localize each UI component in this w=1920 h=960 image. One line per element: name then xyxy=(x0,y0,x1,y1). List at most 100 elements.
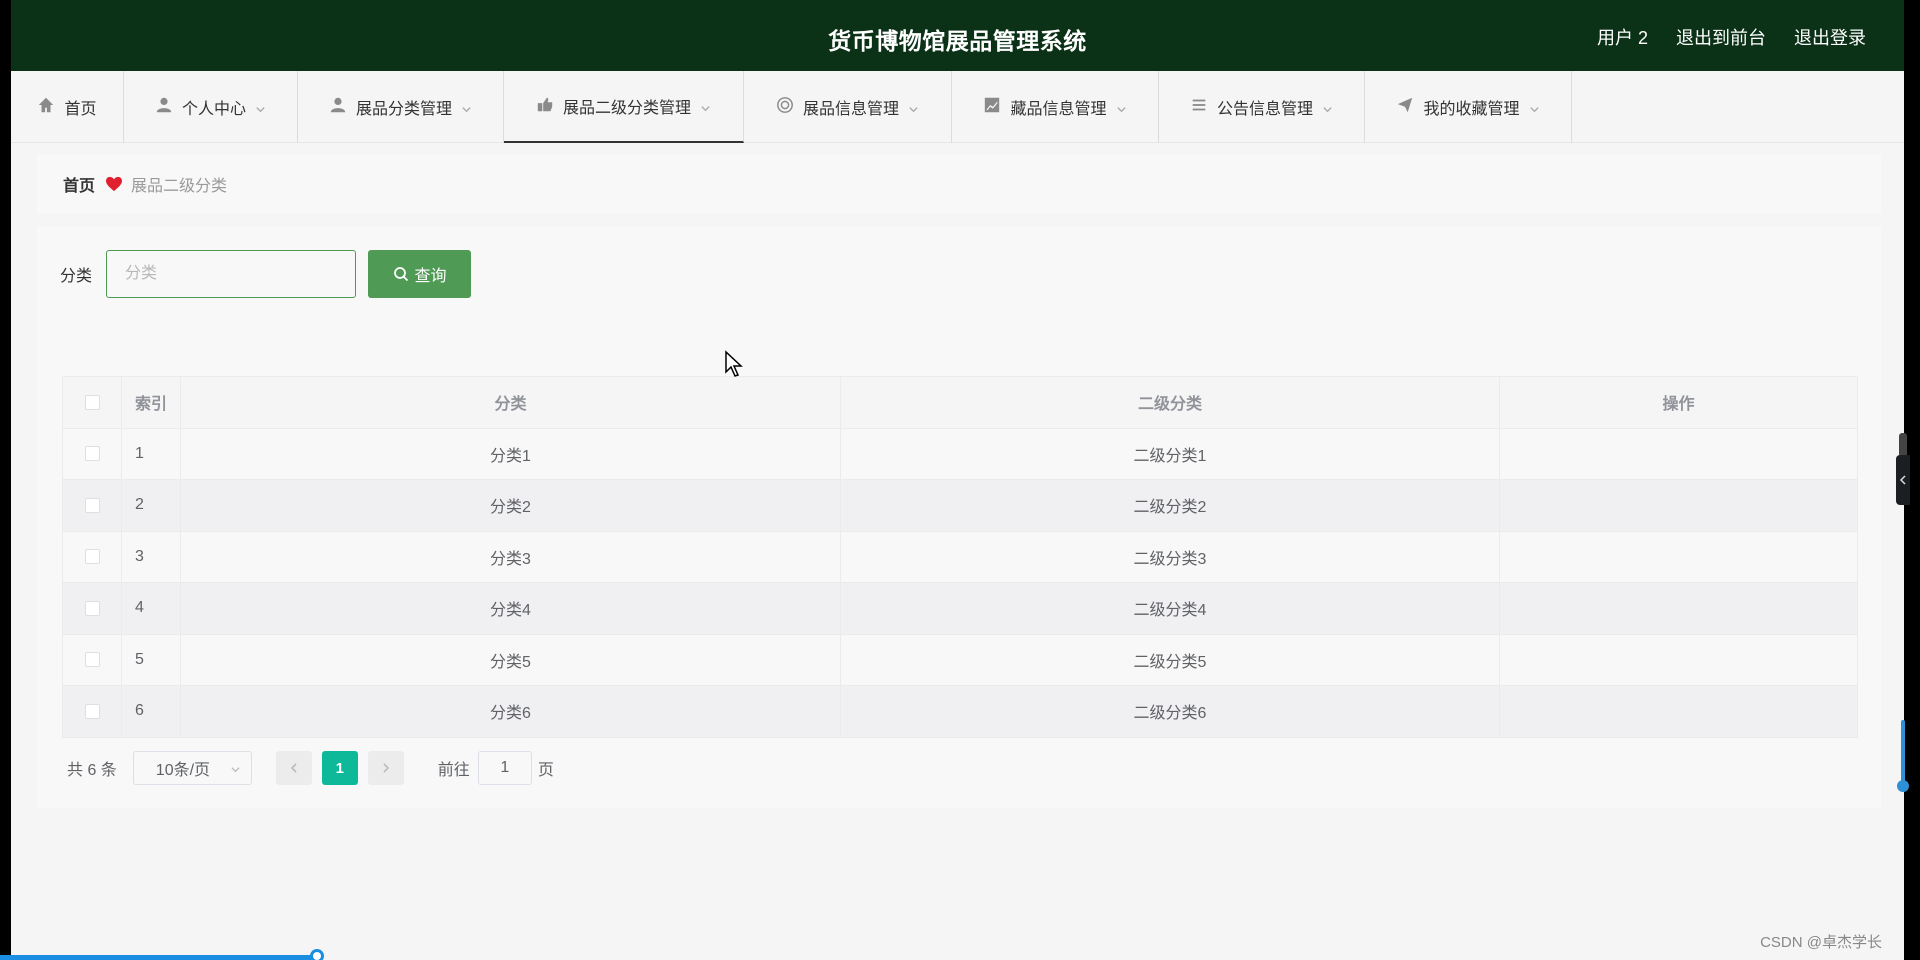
row-select-cell xyxy=(62,530,122,583)
side-panel-toggle[interactable] xyxy=(1896,455,1910,505)
row-checkbox[interactable] xyxy=(84,549,100,565)
row-index: 2 xyxy=(121,479,181,532)
chevron-down-icon xyxy=(1529,102,1540,113)
nav-label: 首页 xyxy=(64,101,97,118)
row-checkbox[interactable] xyxy=(84,446,100,462)
breadcrumb: 首页 展品二级分类 xyxy=(37,154,1881,214)
row-subcategory: 二级分类1 xyxy=(840,427,1500,480)
video-progress-handle[interactable] xyxy=(310,949,324,960)
row-select-cell xyxy=(62,633,122,686)
row-actions xyxy=(1499,685,1858,738)
search-label: 分类 xyxy=(60,268,93,285)
row-subcategory: 二级分类6 xyxy=(840,685,1500,738)
row-index: 1 xyxy=(121,427,181,480)
nav-label: 公告信息管理 xyxy=(1216,101,1313,118)
row-select-cell xyxy=(62,582,122,635)
query-button[interactable]: 查询 xyxy=(368,250,472,298)
nav-item-notice-info[interactable]: 公告信息管理 xyxy=(1159,71,1365,143)
nav-item-personal-center[interactable]: 个人中心 xyxy=(124,71,298,143)
search-icon xyxy=(393,267,408,282)
nav-item-collection-info[interactable]: 藏品信息管理 xyxy=(952,71,1159,143)
table-row: 4 分类4 二级分类4 xyxy=(62,582,1858,635)
row-checkbox[interactable] xyxy=(84,497,100,513)
row-checkbox[interactable] xyxy=(84,703,100,719)
query-button-label: 查询 xyxy=(414,268,447,285)
page-number-active[interactable]: 1 xyxy=(321,751,358,785)
row-subcategory: 二级分类3 xyxy=(840,530,1500,583)
nav-item-exhibit-info[interactable]: 展品信息管理 xyxy=(744,71,952,143)
row-index: 3 xyxy=(121,530,181,583)
row-actions xyxy=(1499,530,1858,583)
send-icon xyxy=(1396,96,1414,119)
chevron-down-icon xyxy=(255,102,266,113)
row-category: 分类3 xyxy=(180,530,841,583)
row-category: 分类6 xyxy=(180,685,841,738)
main-nav: 首页 个人中心 展品分类管理 展品二级分类管理 展品信息管理 藏品信息管理 公告… xyxy=(11,71,1904,143)
nav-label: 展品信息管理 xyxy=(802,101,899,118)
nav-label: 我的收藏管理 xyxy=(1423,101,1520,118)
nav-item-my-favorites[interactable]: 我的收藏管理 xyxy=(1365,71,1572,143)
select-all-checkbox[interactable] xyxy=(84,394,100,410)
header-actions: 用户 2 退出到前台 退出登录 xyxy=(1597,24,1866,50)
header-subcategory: 二级分类 xyxy=(840,376,1500,429)
logout-link[interactable]: 退出登录 xyxy=(1794,24,1866,50)
table-row: 3 分类3 二级分类3 xyxy=(62,530,1858,583)
chevron-down-icon xyxy=(461,102,472,113)
mouse-cursor-icon xyxy=(725,350,743,377)
video-progress-bar[interactable] xyxy=(0,955,318,960)
row-select-cell xyxy=(62,479,122,532)
top-header: 货币博物馆展品管理系统 用户 2 退出到前台 退出登录 xyxy=(11,0,1904,71)
chevron-left-icon xyxy=(1899,475,1906,485)
to-front-link[interactable]: 退出到前台 xyxy=(1676,24,1766,50)
app-window: 货币博物馆展品管理系统 用户 2 退出到前台 退出登录 首页 个人中心 展品分类… xyxy=(11,0,1904,960)
category-search-input[interactable] xyxy=(106,250,357,298)
table-row: 5 分类5 二级分类5 xyxy=(62,633,1858,686)
nav-label: 藏品信息管理 xyxy=(1010,101,1107,118)
breadcrumb-current: 展品二级分类 xyxy=(131,178,228,195)
current-user[interactable]: 用户 2 xyxy=(1597,24,1648,50)
lifebuoy-icon xyxy=(776,96,794,119)
header-index: 索引 xyxy=(121,376,181,429)
volume-slider-handle[interactable] xyxy=(1897,780,1909,792)
row-subcategory: 二级分类5 xyxy=(840,633,1500,686)
watermark: CSDN @卓杰学长 xyxy=(1760,934,1882,951)
nav-item-category-mgmt[interactable]: 展品分类管理 xyxy=(298,71,504,143)
page-size-select[interactable]: 10条/页 xyxy=(132,751,252,785)
row-select-cell xyxy=(62,685,122,738)
nav-label: 展品分类管理 xyxy=(355,101,452,118)
subcategory-table: 索引 分类 二级分类 操作 1 分类1 二级分类1 2 分类2 二级分类2 3 … xyxy=(62,376,1858,738)
total-count: 共 6 条 xyxy=(67,762,117,779)
row-actions xyxy=(1499,479,1858,532)
row-category: 分类1 xyxy=(180,427,841,480)
goto-suffix: 页 xyxy=(537,762,554,779)
table-row: 6 分类6 二级分类6 xyxy=(62,685,1858,738)
goto-prefix: 前往 xyxy=(437,762,470,779)
header-category: 分类 xyxy=(180,376,841,429)
chevron-down-icon xyxy=(231,767,240,773)
row-checkbox[interactable] xyxy=(84,652,100,668)
nav-item-home[interactable]: 首页 xyxy=(11,71,124,143)
row-actions xyxy=(1499,427,1858,480)
row-subcategory: 二级分类2 xyxy=(840,479,1500,532)
row-checkbox[interactable] xyxy=(84,600,100,616)
user-icon xyxy=(155,96,173,119)
select-all-cell xyxy=(62,376,122,429)
chart-icon xyxy=(983,96,1001,119)
table-header-row: 索引 分类 二级分类 操作 xyxy=(62,376,1858,429)
list-icon xyxy=(1190,96,1208,119)
row-subcategory: 二级分类4 xyxy=(840,582,1500,635)
scrollbar-thumb[interactable] xyxy=(1899,433,1907,457)
header-actions: 操作 xyxy=(1499,376,1858,429)
breadcrumb-home[interactable]: 首页 xyxy=(63,172,95,196)
goto-page-input[interactable]: 1 xyxy=(477,751,532,785)
row-index: 4 xyxy=(121,582,181,635)
pagination: 共 6 条 10条/页 1 前往 1 页 xyxy=(67,751,554,785)
chevron-down-icon xyxy=(1322,102,1333,113)
row-category: 分类4 xyxy=(180,582,841,635)
prev-page-button[interactable] xyxy=(275,751,312,785)
row-category: 分类2 xyxy=(180,479,841,532)
nav-item-subcategory-mgmt[interactable]: 展品二级分类管理 xyxy=(504,71,744,143)
heart-icon xyxy=(106,176,123,192)
next-page-button[interactable] xyxy=(367,751,404,785)
chevron-down-icon xyxy=(908,102,919,113)
